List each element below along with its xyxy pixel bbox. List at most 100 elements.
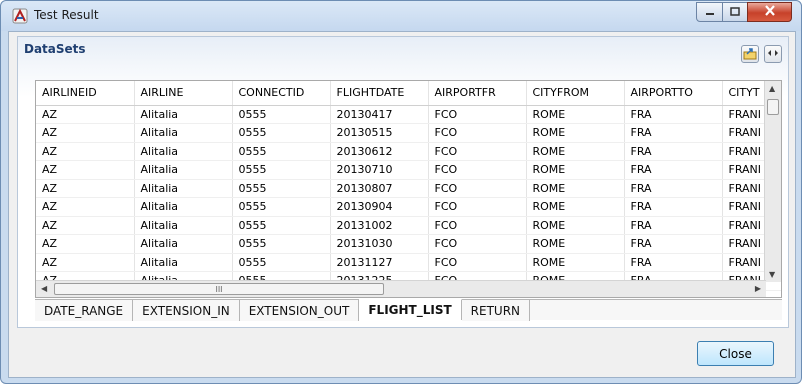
table-cell: 0555	[232, 253, 331, 272]
table-cell: FCO	[428, 160, 527, 180]
table-cell: ROME	[526, 142, 625, 161]
table-cell: 0555	[232, 105, 331, 124]
horizontal-scroll-thumb[interactable]: III	[54, 283, 384, 295]
table-cell: Alitalia	[134, 105, 233, 124]
table-cell: 0555	[232, 142, 331, 161]
table-cell: 0555	[232, 123, 331, 143]
table-cell: ROME	[526, 253, 625, 272]
table-cell: FCO	[428, 197, 527, 217]
table-cell: 0555	[232, 234, 331, 254]
table-row[interactable]: AZ Alitalia 0555 20130612 FCO ROME FRA FRANI	[36, 142, 781, 161]
table-cell: FCO	[428, 179, 527, 198]
export-icon	[743, 46, 757, 63]
table-row[interactable]: AZ Alitalia 0555 20130904 FCO ROME FRA FRANI	[36, 197, 781, 217]
table-row[interactable]: AZ Alitalia 0555 20131127 FCO ROME FRA FRANI	[36, 253, 781, 272]
scroll-up-icon[interactable]: ▲	[769, 84, 775, 93]
table-cell: 20130807	[330, 179, 429, 198]
table-cell: AZ	[36, 160, 135, 180]
column-header[interactable]: AIRPORTTO	[624, 81, 723, 106]
column-header[interactable]: AIRPORTFR	[428, 81, 527, 106]
table-cell: 20130710	[330, 160, 429, 180]
vertical-scroll-thumb[interactable]	[767, 99, 779, 115]
table-row[interactable]: AZ Alitalia 0555 20131002 FCO ROME FRA FRANI	[36, 216, 781, 235]
table-cell: FCO	[428, 142, 527, 161]
window-title: Test Result	[34, 8, 99, 22]
table-cell: ROME	[526, 123, 625, 143]
column-header[interactable]: FLIGHTDATE	[330, 81, 429, 106]
export-button[interactable]	[741, 45, 759, 63]
datasets-panel: DataSets AIRLINEID AIRLINE CONNECTID FLI…	[17, 36, 789, 328]
title-bar[interactable]: Test Result	[1, 1, 801, 31]
maximize-icon	[730, 5, 740, 19]
tab-extension-in[interactable]: EXTENSION_IN	[133, 300, 240, 321]
scroll-left-icon[interactable]: ◀	[41, 284, 47, 293]
toggle-view-button[interactable]	[764, 45, 782, 63]
table-cell: Alitalia	[134, 253, 233, 272]
column-header[interactable]: AIRLINE	[134, 81, 233, 106]
table-cell: FCO	[428, 123, 527, 143]
table-cell: 20131030	[330, 234, 429, 254]
panel-title: DataSets	[24, 42, 86, 56]
tab-date-range[interactable]: DATE_RANGE	[35, 300, 134, 321]
table-cell: 0555	[232, 179, 331, 198]
table-row[interactable]: AZ Alitalia 0555 20130710 FCO ROME FRA FRANI	[36, 160, 781, 180]
table-cell: 0555	[232, 160, 331, 180]
table-cell: FRA	[624, 216, 723, 235]
scroll-right-icon[interactable]: ▶	[755, 284, 761, 293]
table-cell: FCO	[428, 216, 527, 235]
table-cell: ROME	[526, 197, 625, 217]
table-cell: ROME	[526, 105, 625, 124]
table-cell: ROME	[526, 234, 625, 254]
table-cell: AZ	[36, 105, 135, 124]
table-cell: AZ	[36, 234, 135, 254]
table-cell: Alitalia	[134, 160, 233, 180]
close-button[interactable]: Close	[697, 341, 774, 366]
minimize-button[interactable]	[696, 2, 723, 22]
scroll-down-icon[interactable]: ▼	[769, 270, 775, 279]
tab-return[interactable]: RETURN	[461, 300, 531, 321]
horizontal-scrollbar[interactable]: ◀ III ▶	[36, 280, 766, 297]
data-table[interactable]: AIRLINEID AIRLINE CONNECTID FLIGHTDATE AIRPO…	[35, 80, 782, 298]
table-cell: Alitalia	[134, 216, 233, 235]
table-cell: FRA	[624, 253, 723, 272]
table-cell: FCO	[428, 234, 527, 254]
table-cell: 0555	[232, 216, 331, 235]
column-header[interactable]: CITYFROM	[526, 81, 625, 106]
app-logo-icon	[12, 8, 28, 24]
table-cell: FRA	[624, 160, 723, 180]
table-row[interactable]: AZ Alitalia 0555 20130417 FCO ROME FRA FRANI	[36, 105, 781, 124]
tab-flight-list[interactable]: FLIGHT_LIST	[359, 299, 462, 320]
table-cell: FRA	[624, 234, 723, 254]
table-cell: ROME	[526, 179, 625, 198]
table-cell: 0555	[232, 197, 331, 217]
table-cell: 20131002	[330, 216, 429, 235]
table-row[interactable]: AZ Alitalia 0555 20131030 FCO ROME FRA FRANI	[36, 234, 781, 254]
table-row[interactable]: AZ Alitalia 0555 20130515 FCO ROME FRA FRANI	[36, 123, 781, 143]
table-cell: 20130515	[330, 123, 429, 143]
close-icon	[764, 5, 776, 19]
table-cell: AZ	[36, 142, 135, 161]
window-close-button[interactable]	[747, 2, 792, 22]
table-cell: Alitalia	[134, 179, 233, 198]
table-cell: FCO	[428, 105, 527, 124]
table-cell: FRA	[624, 179, 723, 198]
tab-extension-out[interactable]: EXTENSION_OUT	[239, 300, 360, 321]
dataset-tabs: DATE_RANGE EXTENSION_IN EXTENSION_OUT FLIGH…	[35, 299, 782, 321]
table-header-row: AIRLINEID AIRLINE CONNECTID FLIGHTDATE AIRPO…	[36, 81, 781, 106]
table-cell: FRA	[624, 123, 723, 143]
minimize-icon	[705, 5, 715, 19]
maximize-button[interactable]	[722, 2, 748, 22]
table-cell: AZ	[36, 197, 135, 217]
column-header[interactable]: CONNECTID	[232, 81, 331, 106]
table-row[interactable]: AZ Alitalia 0555 20130807 FCO ROME FRA FRANI	[36, 179, 781, 198]
toggle-view-icon	[767, 47, 779, 61]
scroll-grip: III	[215, 284, 223, 294]
column-header[interactable]: AIRLINEID	[36, 81, 135, 106]
table-cell: Alitalia	[134, 142, 233, 161]
table-cell: ROME	[526, 160, 625, 180]
test-result-window: Test Result DataSets AIRLINEID AIRLINE C…	[0, 0, 802, 384]
vertical-scrollbar[interactable]: ▲ ▼	[764, 81, 781, 282]
table-cell: 20130904	[330, 197, 429, 217]
tab-strip-filler	[530, 300, 782, 320]
client-area: DataSets AIRLINEID AIRLINE CONNECTID FLI…	[8, 31, 796, 378]
